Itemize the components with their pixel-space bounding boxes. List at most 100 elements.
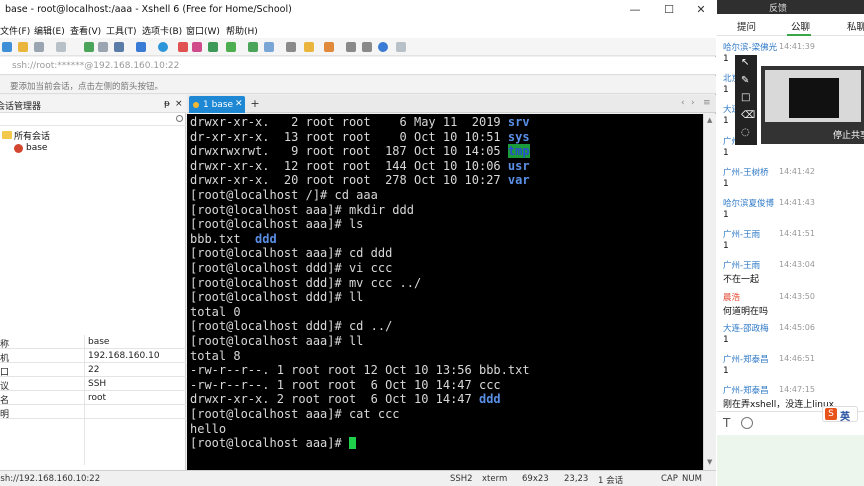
tab-close-icon[interactable]: ✕ <box>235 99 243 109</box>
message-time: 14:47:15 <box>779 385 815 395</box>
directory-name: usr <box>507 158 530 173</box>
message-sender[interactable]: 晨浩 <box>723 291 740 303</box>
properties-icon[interactable] <box>136 42 146 52</box>
copy-icon[interactable] <box>84 42 94 52</box>
terminal-line: drwxr-xr-x. 2 root root 6 Oct 10 14:47 d… <box>190 392 501 407</box>
ime-indicator[interactable]: S 英 <box>822 406 858 423</box>
search-icon[interactable] <box>176 115 183 122</box>
scroll-down-icon[interactable]: ▼ <box>707 458 712 466</box>
status-term: xterm <box>482 474 508 484</box>
message-sender[interactable]: 哈尔滨夏俊博 <box>723 197 774 209</box>
session-icon <box>14 144 23 153</box>
rectangle-icon[interactable]: □ <box>741 92 750 103</box>
menu-window[interactable]: 窗口(W) <box>186 24 220 37</box>
open-folder-icon[interactable] <box>18 42 28 52</box>
chat-tab-questions[interactable]: 提问 <box>737 19 756 33</box>
terminal-text: total 0 <box>190 304 241 319</box>
text-icon[interactable]: T <box>723 416 730 430</box>
message-time: 14:45:06 <box>779 322 815 332</box>
address-input[interactable]: ssh://root:******@192.168.160.10:22 <box>12 61 179 71</box>
disconnect-icon[interactable] <box>34 42 44 52</box>
tree-session-base[interactable]: base <box>26 143 47 153</box>
xmanager-icon[interactable] <box>226 42 236 52</box>
terminal-line: dr-xr-xr-x. 13 root root 0 Oct 10 10:51 … <box>190 130 530 145</box>
compose-icon[interactable] <box>304 42 314 52</box>
message-sender[interactable]: 大连-邵政梅 <box>723 322 769 334</box>
tab-menu-icon[interactable]: ≡ <box>703 98 711 108</box>
menu-file[interactable]: 文件(F) <box>0 24 30 37</box>
terminal-text: hello <box>190 421 227 436</box>
menu-tabs[interactable]: 选项卡(B) <box>142 24 182 37</box>
tunneling-icon[interactable] <box>324 42 334 52</box>
new-tab-button[interactable]: + <box>249 97 261 111</box>
menu-edit[interactable]: 编辑(E) <box>34 24 65 37</box>
terminal-text: [root@localhost aaa]# ls <box>190 217 364 232</box>
property-row: 端口 22 <box>0 363 186 378</box>
terminal-scrollbar[interactable]: ▲ ▼ <box>703 114 716 470</box>
menu-view[interactable]: 查看(V) <box>70 24 101 37</box>
tree-all-sessions[interactable]: 所有会话 <box>14 129 50 142</box>
message-text: 1 <box>723 241 729 252</box>
terminal-line: [root@localhost aaa]# mkdir ddd <box>190 203 414 218</box>
terminal-line: drwxrwxrwt. 9 root root 187 Oct 10 14:05… <box>190 144 530 159</box>
close-button[interactable]: ✕ <box>686 1 716 19</box>
minimize-button[interactable]: — <box>620 1 650 19</box>
terminal-line: -rw-r--r--. 1 root root 12 Oct 10 13:56 … <box>190 363 530 378</box>
tab-scroll-right-icon[interactable]: › <box>691 98 695 108</box>
message-sender[interactable]: 广州-郑泰昌 <box>723 353 769 365</box>
menu-help[interactable]: 帮助(H) <box>226 24 258 37</box>
status-protocol: SSH2 <box>450 474 473 484</box>
message-sender[interactable]: 广州-郑泰昌 <box>723 384 769 396</box>
globe-icon[interactable] <box>158 42 168 52</box>
lock-icon[interactable] <box>362 42 372 52</box>
message-sender[interactable]: 广州-王雨 <box>723 228 760 240</box>
more-icon[interactable] <box>396 42 406 52</box>
terminal-line: [root@localhost ddd]# cd ../ <box>190 319 392 334</box>
xftp-icon[interactable] <box>208 42 218 52</box>
keyboard-icon[interactable] <box>286 42 296 52</box>
feedback-link[interactable]: 反馈 <box>769 1 787 14</box>
terminal-cursor <box>348 437 356 450</box>
terminal-text: bbb.txt <box>190 231 256 246</box>
terminal[interactable]: drwxr-xr-x. 2 root root 6 May 11 2019 sr… <box>187 114 703 470</box>
chat-input[interactable] <box>717 435 864 486</box>
layout-icon[interactable] <box>346 42 356 52</box>
address-bar[interactable]: ssh://root:******@192.168.160.10:22 <box>0 57 716 75</box>
tab-base[interactable]: 1 base ✕ <box>189 96 245 113</box>
panel-close-icon[interactable]: × <box>175 99 183 109</box>
paste-icon[interactable] <box>98 42 108 52</box>
chat-tab-public[interactable]: 公聊 <box>791 19 810 33</box>
session-search[interactable] <box>0 114 186 126</box>
pointer-icon[interactable]: ↖ <box>741 57 749 68</box>
message-sender[interactable]: 广州-王树桥 <box>723 166 769 178</box>
chat-tab-private[interactable]: 私聊 <box>847 19 864 33</box>
pen-icon[interactable]: ✎ <box>741 75 749 86</box>
message-sender[interactable]: 哈尔滨-梁佛光 <box>723 41 777 53</box>
transparent-icon[interactable] <box>264 42 274 52</box>
fullscreen-icon[interactable] <box>248 42 258 52</box>
message-text: 1 <box>723 147 729 158</box>
maximize-button[interactable]: ☐ <box>654 1 684 19</box>
status-num: NUM <box>682 474 702 484</box>
tab-scroll-left-icon[interactable]: ‹ <box>681 98 685 108</box>
new-session-icon[interactable] <box>2 42 12 52</box>
terminal-text: [root@localhost aaa]# ll <box>190 334 364 348</box>
scroll-up-icon[interactable]: ▲ <box>707 116 712 124</box>
stop-share-button[interactable]: 停止共享 <box>833 128 864 141</box>
active-tab-indicator <box>787 34 811 36</box>
terminal-line: drwxr-xr-x. 20 root root 278 Oct 10 10:2… <box>190 173 530 188</box>
message-sender[interactable]: 广州-王雨 <box>723 259 760 271</box>
color-scheme-icon[interactable] <box>178 42 188 52</box>
reconnect-icon[interactable] <box>56 42 66 52</box>
terminal-text: drwxr-xr-x. 2 root root 6 Oct 10 14:47 <box>190 392 479 407</box>
terminal-line: [root@localhost aaa]# ls <box>190 217 363 232</box>
eraser-icon[interactable]: ⌫ <box>741 110 755 121</box>
comment-icon[interactable]: ◌ <box>741 127 750 138</box>
emoji-icon[interactable] <box>741 417 753 429</box>
pin-icon[interactable]: ᵽ <box>164 99 170 109</box>
terminal-line: hello <box>190 422 226 437</box>
find-icon[interactable] <box>114 42 124 52</box>
font-icon[interactable] <box>192 42 202 52</box>
help-icon[interactable] <box>378 42 388 52</box>
menu-tools[interactable]: 工具(T) <box>106 24 137 37</box>
